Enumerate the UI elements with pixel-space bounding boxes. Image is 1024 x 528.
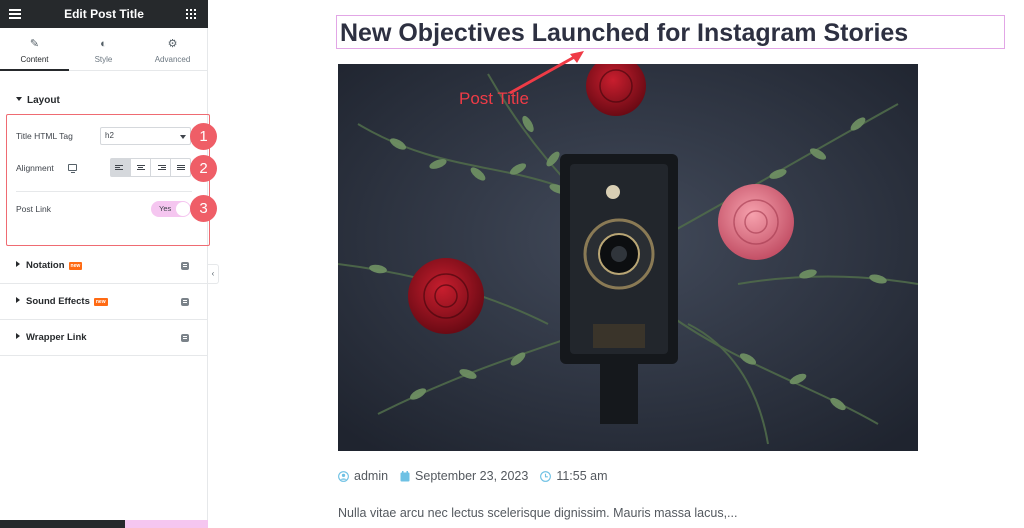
align-center-button[interactable] <box>131 159 151 176</box>
tab-advanced-label: Advanced <box>154 55 191 64</box>
update-button[interactable] <box>125 520 208 528</box>
accordion-sound-effects-title: Sound Effects new <box>16 296 108 307</box>
align-right-button[interactable] <box>151 159 171 176</box>
pro-widget-icon <box>181 262 189 270</box>
step-marker-1: 1 <box>190 123 217 150</box>
accordion-wrapper-link[interactable]: Wrapper Link <box>0 320 208 356</box>
widgets-grid-icon[interactable] <box>186 9 196 19</box>
gear-icon: ⚙ <box>167 38 178 50</box>
meta-author[interactable]: admin <box>338 469 388 483</box>
editor-panel: Edit Post Title ✎ Content ◐ Style ⚙ Adva… <box>0 0 217 528</box>
caret-right-icon <box>16 261 20 267</box>
post-title-widget[interactable]: New Objectives Launched for Instagram St… <box>336 15 1005 49</box>
layout-section-title: Layout <box>27 95 60 106</box>
notation-label: Notation <box>26 260 65 271</box>
alignment-label: Alignment <box>16 163 54 173</box>
calendar-icon <box>400 470 410 481</box>
post-meta: admin September 23, 2023 11:55 am <box>338 469 620 483</box>
post-link-label: Post Link <box>16 204 51 214</box>
clock-icon <box>540 470 552 482</box>
accordion-notation-title: Notation new <box>16 260 83 271</box>
author-name: admin <box>354 469 389 483</box>
camera-flowers-photo <box>338 64 918 451</box>
tab-style-label: Style <box>94 55 113 64</box>
align-justify-button[interactable] <box>171 159 190 176</box>
caret-right-icon <box>16 297 20 303</box>
panel-tabs: ✎ Content ◐ Style ⚙ Advanced <box>0 28 208 71</box>
editor-app: Edit Post Title ✎ Content ◐ Style ⚙ Adva… <box>0 0 1024 528</box>
new-badge: new <box>93 298 108 306</box>
annotation-label: Post Title <box>459 89 529 108</box>
pro-widget-icon <box>181 298 189 306</box>
align-left-button[interactable] <box>111 159 131 176</box>
step-marker-2: 2 <box>190 155 217 182</box>
accordion-wrapper-link-title: Wrapper Link <box>16 332 87 343</box>
accordion-notation[interactable]: Notation new <box>0 248 208 284</box>
panel-header: Edit Post Title <box>0 0 208 28</box>
pro-widget-icon <box>181 334 189 342</box>
featured-image <box>338 64 918 451</box>
user-icon <box>338 470 349 482</box>
control-divider <box>16 191 192 192</box>
half-circle-icon: ◐ <box>100 38 107 50</box>
tab-content[interactable]: ✎ Content <box>0 28 69 71</box>
caret-right-icon <box>16 333 20 339</box>
desktop-monitor-icon[interactable] <box>68 164 77 173</box>
panel-title: Edit Post Title <box>64 7 144 21</box>
title-html-tag-select[interactable]: h2 <box>100 127 191 145</box>
pencil-icon: ✎ <box>29 38 40 50</box>
post-excerpt: Nulla vitae arcu nec lectus scelerisque … <box>338 506 738 520</box>
post-link-toggle-label: Yes <box>159 204 172 213</box>
caret-down-icon <box>16 97 22 101</box>
toggle-knob <box>176 202 190 216</box>
title-html-tag-value: h2 <box>105 131 114 140</box>
post-title: New Objectives Launched for Instagram St… <box>340 19 909 47</box>
title-html-tag-label: Title HTML Tag <box>16 131 73 141</box>
layout-section-toggle[interactable]: Layout <box>16 95 60 106</box>
meta-date[interactable]: September 23, 2023 <box>400 469 528 483</box>
panel-footer <box>0 520 208 528</box>
select-arrow-icon <box>180 135 186 139</box>
accordion-sound-effects[interactable]: Sound Effects new <box>0 284 208 320</box>
alignment-choices <box>110 158 191 177</box>
tab-content-label: Content <box>20 55 49 64</box>
post-time: 11:55 am <box>556 469 608 483</box>
step-marker-3: 3 <box>190 195 217 222</box>
tab-advanced[interactable]: ⚙ Advanced <box>138 28 207 71</box>
meta-time: 11:55 am <box>540 469 608 483</box>
sound-effects-label: Sound Effects <box>26 296 90 307</box>
hamburger-menu-icon[interactable] <box>9 9 21 19</box>
post-link-toggle[interactable]: Yes <box>151 201 191 217</box>
wrapper-link-label: Wrapper Link <box>26 332 87 343</box>
post-date: September 23, 2023 <box>415 469 529 483</box>
new-badge: new <box>68 262 83 270</box>
collapse-panel-button[interactable]: ‹ <box>208 264 219 284</box>
tab-style[interactable]: ◐ Style <box>69 28 138 71</box>
